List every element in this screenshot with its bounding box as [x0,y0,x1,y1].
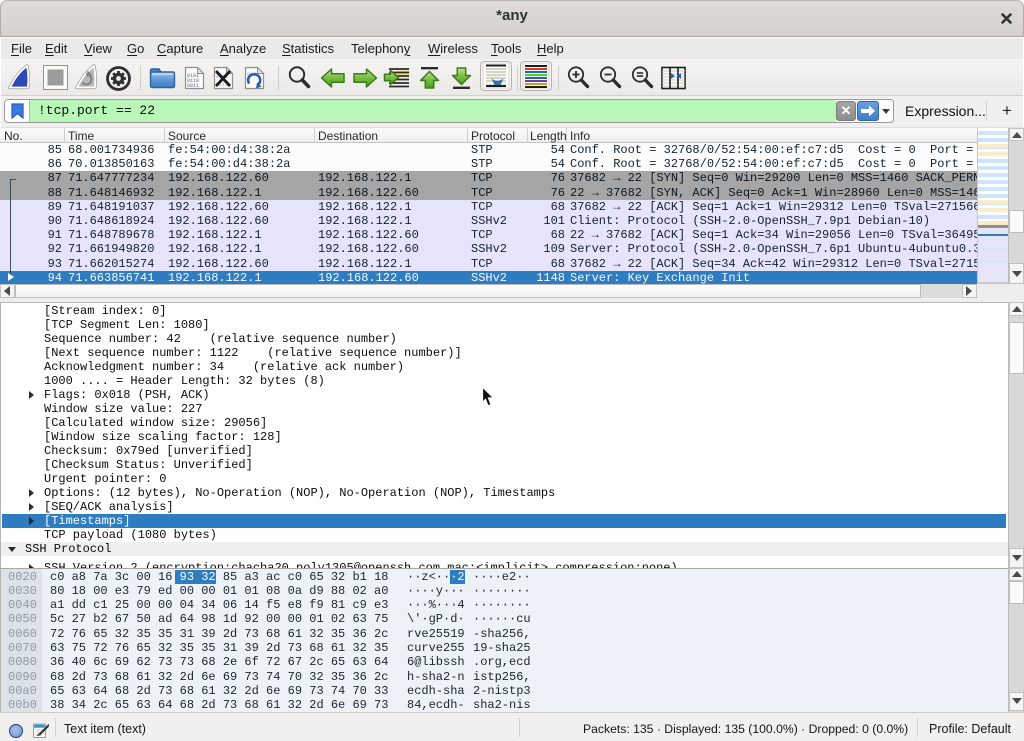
svg-text:0011: 0011 [187,83,199,89]
